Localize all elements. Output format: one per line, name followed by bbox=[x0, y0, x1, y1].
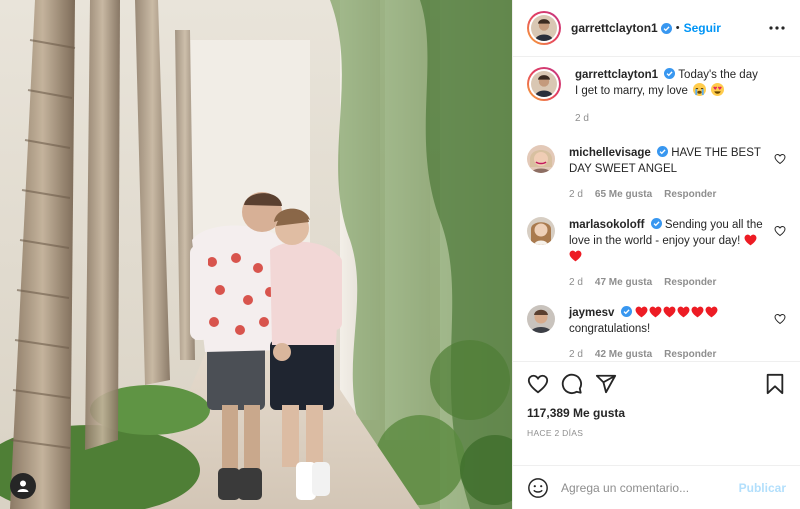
more-options-button[interactable] bbox=[766, 21, 788, 35]
comment-username[interactable]: jaymesv bbox=[569, 307, 614, 319]
user-tag-button[interactable] bbox=[10, 473, 36, 499]
comment-like-heart-icon[interactable] bbox=[774, 225, 786, 237]
comment-hearts bbox=[635, 306, 719, 319]
post-caption: garrettclayton1 Today's the day I get to… bbox=[527, 67, 786, 127]
paper-plane-icon[interactable] bbox=[595, 373, 617, 395]
red-heart-emoji bbox=[635, 306, 648, 318]
red-heart-emoji bbox=[744, 234, 756, 246]
red-heart-emoji bbox=[705, 306, 718, 318]
commenter-avatar-image bbox=[527, 217, 555, 245]
caption-avatar-image bbox=[531, 71, 557, 97]
red-heart-emoji bbox=[677, 306, 690, 318]
likes-count[interactable]: 117,389 Me gusta bbox=[527, 406, 786, 420]
reply-button[interactable]: Responder bbox=[664, 347, 716, 361]
verified-badge-icon bbox=[657, 146, 669, 157]
instagram-post: garrettclayton1 • Seguir garrettclayton1… bbox=[0, 0, 800, 509]
comment-input[interactable] bbox=[561, 480, 739, 495]
caption-age[interactable]: 2 d bbox=[575, 111, 589, 127]
post-side-panel: garrettclayton1 • Seguir garrettclayton1… bbox=[512, 0, 800, 509]
reply-button[interactable]: Responder bbox=[664, 187, 716, 203]
post-actions: 117,389 Me gusta HACE 2 DÍAS bbox=[513, 361, 800, 465]
comment-age[interactable]: 2 d bbox=[569, 187, 583, 203]
caption-avatar[interactable] bbox=[527, 67, 561, 101]
heart-eyes-emoji bbox=[711, 83, 725, 96]
heart-icon[interactable] bbox=[527, 373, 549, 395]
post-photo[interactable] bbox=[0, 0, 512, 509]
comment-item: michellevisage HAVE THE BEST DAY SWEET A… bbox=[527, 145, 786, 203]
verified-badge-icon bbox=[664, 68, 676, 79]
comment-age[interactable]: 2 d bbox=[569, 347, 583, 361]
verified-badge-icon bbox=[660, 22, 672, 34]
wedding-photo-image bbox=[0, 0, 512, 509]
publish-button[interactable]: Publicar bbox=[739, 481, 786, 495]
red-heart-emoji bbox=[649, 306, 662, 318]
comment-likes[interactable]: 42 Me gusta bbox=[595, 347, 652, 361]
comment-text: congratulations! bbox=[569, 323, 651, 335]
comment-like-heart-icon[interactable] bbox=[774, 153, 786, 165]
add-comment-bar: Publicar bbox=[513, 465, 800, 509]
reply-button[interactable]: Responder bbox=[664, 275, 716, 291]
comment-icon[interactable] bbox=[561, 373, 583, 395]
smiley-icon[interactable] bbox=[527, 477, 549, 499]
comment-like-heart-icon[interactable] bbox=[774, 313, 786, 325]
red-heart-emoji bbox=[691, 306, 704, 318]
comment-username[interactable]: marlasokoloff bbox=[569, 219, 644, 231]
verified-badge-icon bbox=[650, 218, 662, 229]
red-heart-emoji bbox=[663, 306, 676, 318]
caption-username[interactable]: garrettclayton1 bbox=[575, 69, 658, 81]
follow-button[interactable]: Seguir bbox=[684, 21, 721, 35]
commenter-avatar[interactable] bbox=[527, 145, 555, 173]
more-options-icon bbox=[769, 26, 785, 30]
commenter-avatar-image bbox=[527, 145, 555, 173]
commenter-avatar-image bbox=[527, 305, 555, 333]
verified-badge-icon bbox=[620, 306, 632, 317]
comment-username[interactable]: michellevisage bbox=[569, 147, 651, 159]
author-avatar[interactable] bbox=[527, 11, 561, 45]
commenter-avatar[interactable] bbox=[527, 217, 555, 245]
comment-likes[interactable]: 65 Me gusta bbox=[595, 187, 652, 203]
red-heart-emoji bbox=[569, 250, 582, 262]
crying-face-emoji bbox=[693, 83, 707, 96]
post-time-ago[interactable]: HACE 2 DÍAS bbox=[527, 428, 786, 438]
user-tag-icon bbox=[17, 480, 29, 492]
author-username[interactable]: garrettclayton1 bbox=[571, 21, 658, 35]
action-icons-row bbox=[527, 372, 786, 396]
comment-likes[interactable]: 47 Me gusta bbox=[595, 275, 652, 291]
comments-list: garrettclayton1 Today's the day I get to… bbox=[513, 57, 800, 361]
commenter-avatar[interactable] bbox=[527, 305, 555, 333]
comment-item: marlasokoloff Sending you all the love i… bbox=[527, 217, 786, 291]
header-separator: • bbox=[675, 22, 680, 34]
author-avatar-image bbox=[531, 15, 557, 41]
post-header: garrettclayton1 • Seguir bbox=[513, 0, 800, 57]
bookmark-icon[interactable] bbox=[764, 373, 786, 395]
comment-item: jaymesv congratulations! 2 d 42 Me gusta… bbox=[527, 305, 786, 361]
comment-age[interactable]: 2 d bbox=[569, 275, 583, 291]
